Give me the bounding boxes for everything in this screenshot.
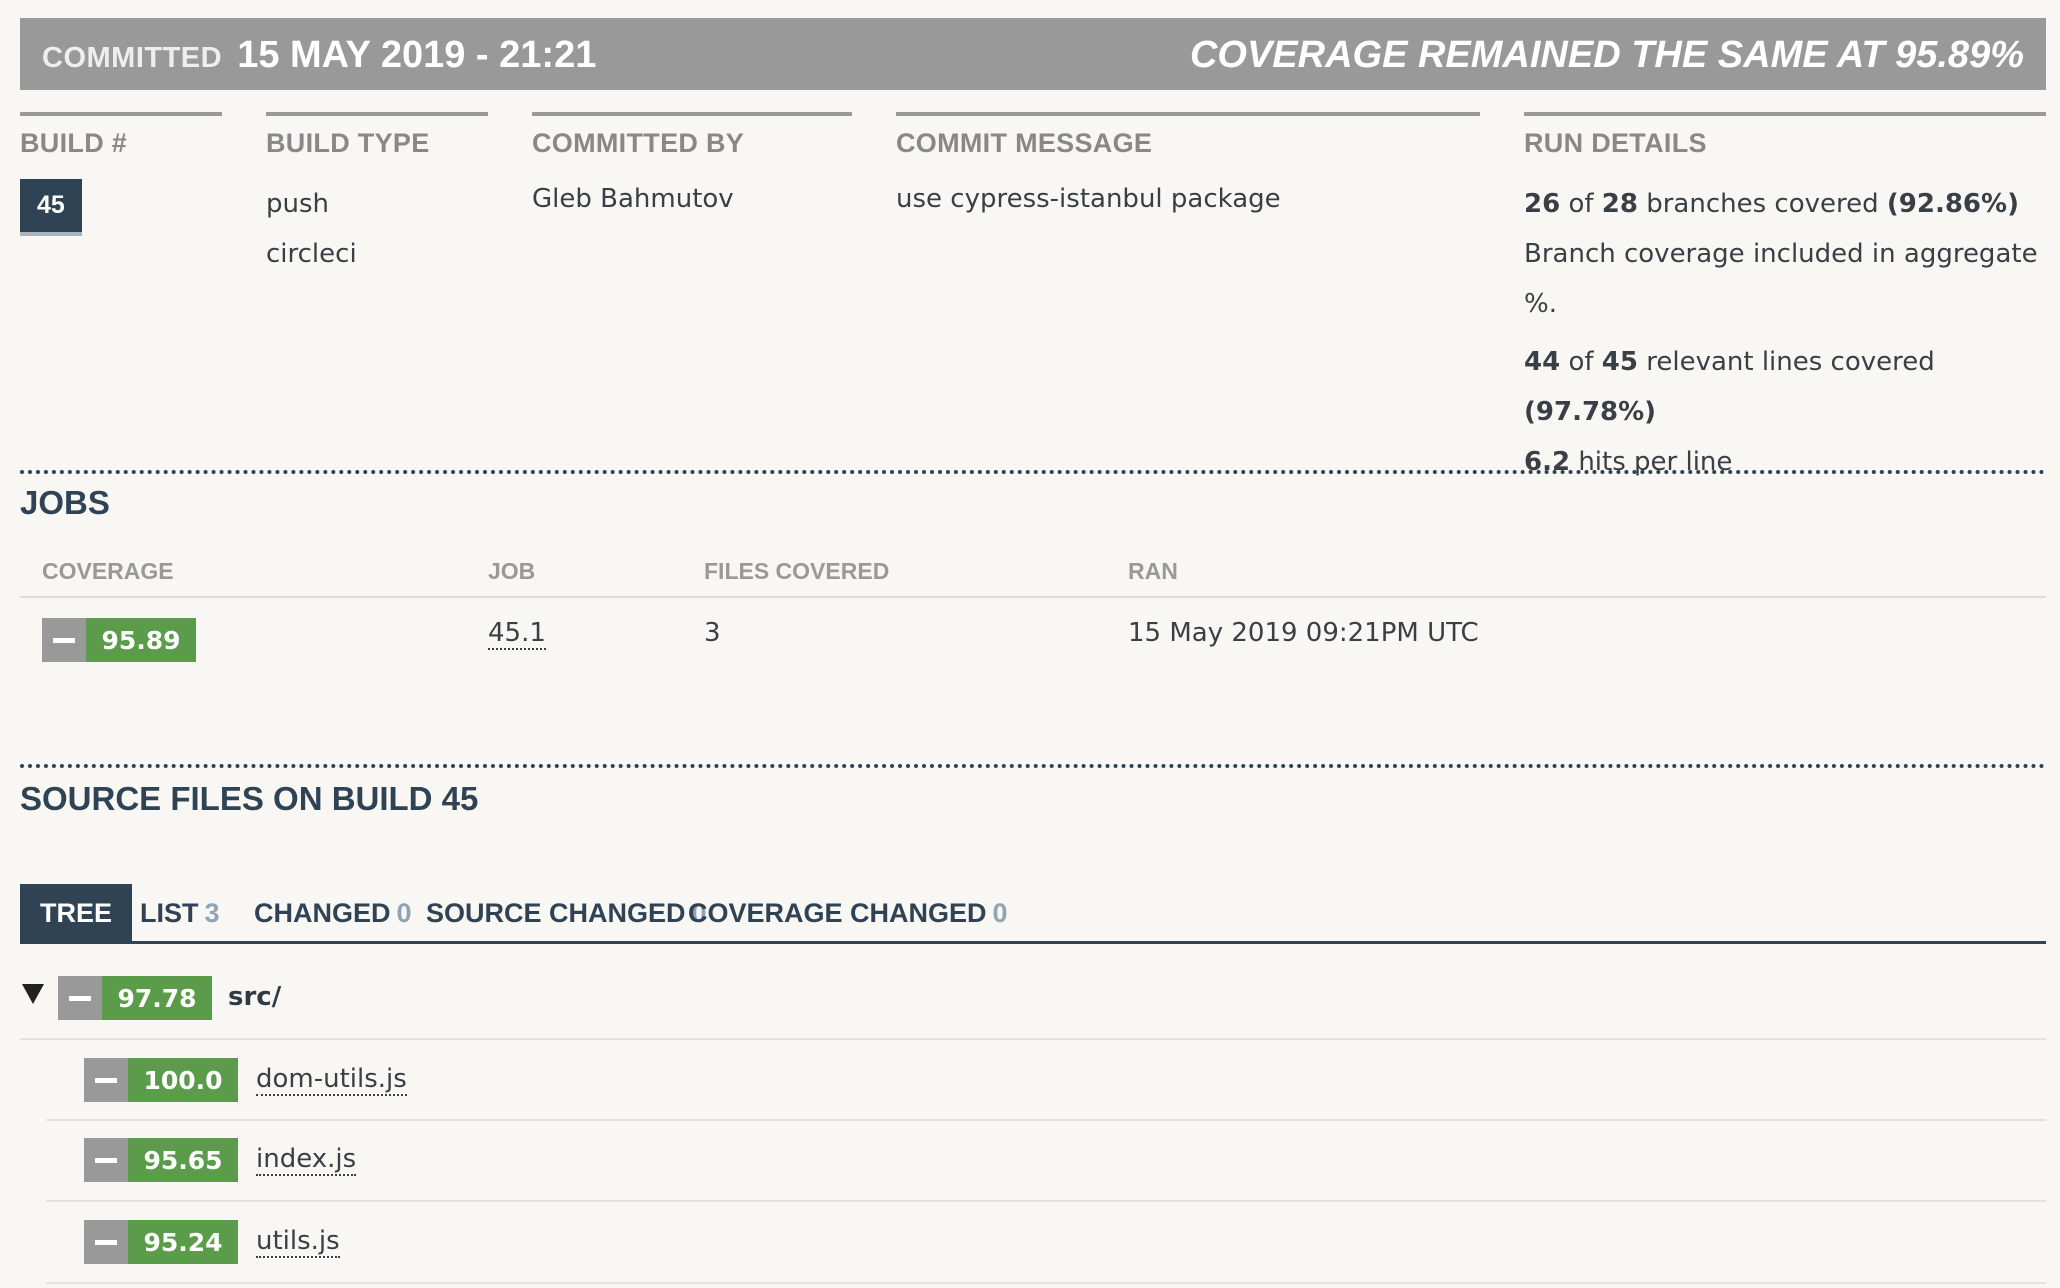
branches-covered: 26 of 28 branches covered (92.86%) <box>1524 189 2019 219</box>
committer-name: Gleb Bahmutov <box>532 184 734 214</box>
file-coverage-badge[interactable]: 100.0 <box>84 1058 238 1102</box>
committed-by-column: COMMITTED BY Gleb Bahmutov <box>532 112 852 219</box>
file-link[interactable]: index.js <box>256 1144 357 1176</box>
build-type-label: BUILD TYPE <box>266 128 430 158</box>
branch-coverage-note: Branch coverage included in aggregate %. <box>1524 239 2038 319</box>
minus-icon <box>84 1138 128 1182</box>
job-files-covered: 3 <box>704 618 721 648</box>
tab-coverage-changed[interactable]: COVERAGE CHANGED 0 <box>688 884 1008 942</box>
dir-coverage-value: 97.78 <box>102 976 212 1020</box>
job-coverage-value: 95.89 <box>86 618 196 662</box>
tab-list-count: 3 <box>204 897 220 928</box>
file-link[interactable]: dom-utils.js <box>256 1064 407 1096</box>
jobs-table-header: COVERAGE JOB FILES COVERED RAN <box>20 556 2046 598</box>
minus-icon <box>84 1058 128 1102</box>
section-divider <box>20 470 2046 474</box>
minus-icon <box>42 618 86 662</box>
collapse-triangle-icon[interactable] <box>22 984 44 1004</box>
dir-coverage-badge[interactable]: 97.78 <box>58 976 212 1020</box>
build-type-service: circleci <box>266 239 357 269</box>
source-files-tabs: TREE LIST 3 CHANGED 0 SOURCE CHANGED 0 COVE… <box>20 884 2046 944</box>
col-ran: RAN <box>1128 558 1178 584</box>
tab-list[interactable]: LIST 3 <box>140 884 220 942</box>
file-link[interactable]: utils.js <box>256 1226 340 1258</box>
file-coverage-badge[interactable]: 95.24 <box>84 1220 238 1264</box>
jobs-title: JOBS <box>20 484 110 521</box>
row-divider <box>20 1038 2046 1040</box>
row-divider <box>46 1200 2046 1202</box>
file-coverage-value: 95.65 <box>128 1138 238 1182</box>
committed-by-label: COMMITTED BY <box>532 128 745 158</box>
col-files-covered: FILES COVERED <box>704 558 890 584</box>
commit-header-bar: COMMITTED 15 MAY 2019 - 21:21 COVERAGE R… <box>20 18 2046 90</box>
tab-tree[interactable]: TREE <box>20 884 133 942</box>
file-coverage-value: 95.24 <box>128 1220 238 1264</box>
run-details-column: RUN DETAILS 26 of 28 branches covered (9… <box>1524 112 2046 487</box>
minus-icon <box>58 976 102 1020</box>
job-link[interactable]: 45.1 <box>488 618 546 650</box>
row-divider <box>46 1282 2046 1284</box>
col-coverage: COVERAGE <box>42 558 174 584</box>
committed-date-value: 15 MAY 2019 - 21:21 <box>237 34 597 76</box>
source-files-title: SOURCE FILES ON BUILD 45 <box>20 780 479 817</box>
commit-message: use cypress-istanbul package <box>896 184 1281 214</box>
commit-message-label: COMMIT MESSAGE <box>896 128 1153 158</box>
tab-changed[interactable]: CHANGED 0 <box>254 884 412 942</box>
build-type-event: push <box>266 189 330 219</box>
coverage-status: COVERAGE REMAINED THE SAME AT 95.89% <box>1189 34 2024 76</box>
dir-name[interactable]: src/ <box>228 982 281 1012</box>
minus-icon <box>84 1220 128 1264</box>
tab-changed-count: 0 <box>396 897 412 928</box>
build-number-column: BUILD # 45 <box>20 112 222 232</box>
build-type-column: BUILD TYPE push circleci <box>266 112 488 279</box>
job-ran-time: 15 May 2019 09:21PM UTC <box>1128 618 1479 648</box>
build-number-label: BUILD # <box>20 128 128 158</box>
commit-date: COMMITTED 15 MAY 2019 - 21:21 <box>42 34 596 77</box>
tab-coverage-changed-count: 0 <box>992 897 1008 928</box>
section-divider <box>20 764 2046 768</box>
row-divider <box>46 1119 2046 1121</box>
commit-message-column: COMMIT MESSAGE use cypress-istanbul pack… <box>896 112 1480 219</box>
job-coverage-badge[interactable]: 95.89 <box>42 618 196 662</box>
file-coverage-badge[interactable]: 95.65 <box>84 1138 238 1182</box>
run-details-label: RUN DETAILS <box>1524 128 1707 158</box>
tab-source-changed[interactable]: SOURCE CHANGED 0 <box>426 884 707 942</box>
lines-covered: 44 of 45 relevant lines covered (97.78%) <box>1524 347 1935 427</box>
hits-per-line: 6.2 hits per line <box>1524 447 1733 477</box>
col-job: JOB <box>488 558 536 584</box>
file-coverage-value: 100.0 <box>128 1058 238 1102</box>
committed-label: COMMITTED <box>42 42 223 74</box>
build-number-badge[interactable]: 45 <box>20 179 82 232</box>
